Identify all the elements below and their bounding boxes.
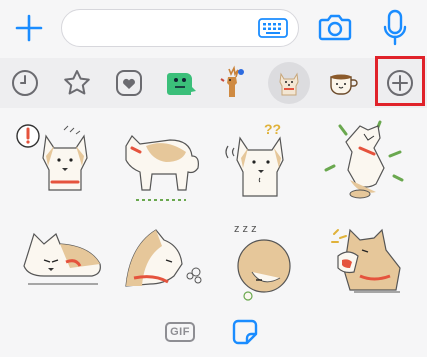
gif-label: GIF <box>170 326 190 338</box>
deer-sticker-pack-icon <box>220 65 244 97</box>
tab-pack-cup[interactable] <box>322 62 364 104</box>
dino-sticker-pack-icon <box>167 73 196 95</box>
sticker-shiba-exclaim[interactable] <box>14 116 106 206</box>
sticker-icon[interactable] <box>231 318 259 346</box>
shiba-rolling-grass-sticker <box>324 120 404 199</box>
svg-text:??: ?? <box>264 121 281 137</box>
clock-icon <box>12 70 38 96</box>
star-icon <box>64 70 90 95</box>
shiba-rear-view-sticker <box>125 135 199 201</box>
shiba-confused-sticker: ?? <box>225 121 284 197</box>
heart-icon <box>116 70 142 96</box>
shiba-sticker-pack-icon <box>279 72 299 96</box>
camera-icon[interactable] <box>318 11 352 43</box>
message-input[interactable] <box>76 18 250 40</box>
shiba-sleeping-curled-sticker: z z z <box>234 223 291 301</box>
sticker-shiba-yawning[interactable] <box>320 216 412 306</box>
sticker-shiba-lying-sleepy[interactable] <box>14 216 106 306</box>
sticker-shiba-confused[interactable]: ?? <box>218 116 310 206</box>
shiba-yawning-sticker <box>331 228 401 293</box>
sticker-shiba-sleeping-curled[interactable]: z z z <box>218 216 310 306</box>
tab-favorites[interactable] <box>56 62 98 104</box>
sticker-shiba-rolling-grass[interactable] <box>320 116 412 206</box>
composer-bar <box>0 0 427 55</box>
gif-button[interactable]: GIF <box>165 322 195 342</box>
tab-pack-deer[interactable] <box>212 62 254 104</box>
message-field[interactable] <box>61 9 299 47</box>
tab-love[interactable] <box>108 62 150 104</box>
shiba-sigh-sticker <box>125 229 202 287</box>
plus-icon <box>15 14 43 42</box>
shiba-lying-sleepy-sticker <box>23 232 101 285</box>
keyboard-icon[interactable] <box>258 18 288 38</box>
sticker-tab-bar <box>0 58 427 108</box>
sticker-shiba-rear-view[interactable] <box>116 116 208 206</box>
tab-recent[interactable] <box>4 62 46 104</box>
shiba-exclaim-sticker <box>16 124 88 191</box>
cup-sticker-pack-icon <box>330 74 358 95</box>
sticker-shiba-sigh[interactable] <box>116 216 208 306</box>
bottom-switcher: GIF <box>0 308 427 357</box>
tab-pack-dino[interactable] <box>160 62 202 104</box>
tab-pack-shiba[interactable] <box>268 62 310 104</box>
add-button-highlight <box>375 56 425 106</box>
microphone-icon[interactable] <box>383 9 407 47</box>
svg-text:z z z: z z z <box>234 223 257 235</box>
add-attachment-button[interactable] <box>10 9 48 47</box>
sticker-grid: ?? z z z <box>0 108 427 308</box>
